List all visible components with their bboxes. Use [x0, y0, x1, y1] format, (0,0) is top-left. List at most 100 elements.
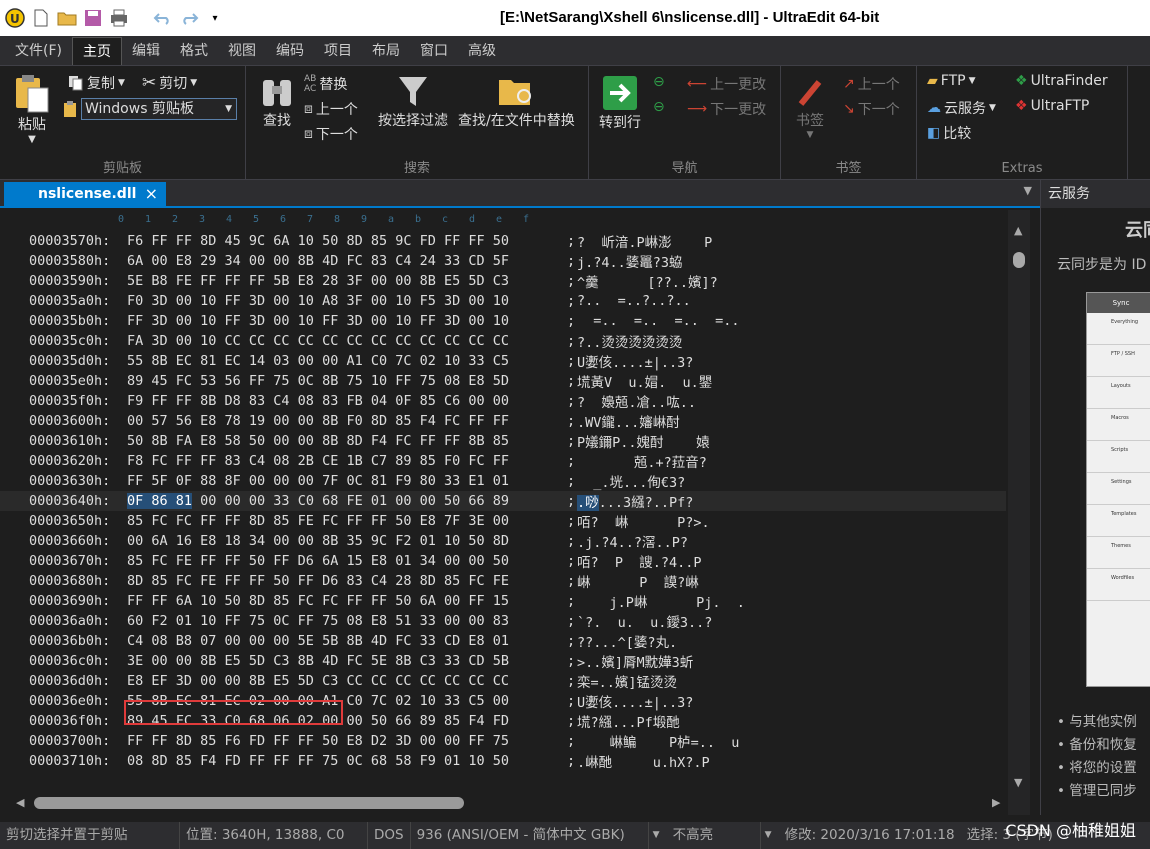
cut-button[interactable]: ✂ 剪切 ▼: [142, 73, 197, 93]
row-ascii[interactable]: ^羹 [??..嬪]?: [577, 271, 997, 291]
row-hex-bytes[interactable]: 0F 86 81 00 00 00 33 C0 68 FE 01 00 00 5…: [127, 493, 567, 509]
scroll-down-icon[interactable]: ▼: [1014, 776, 1022, 789]
hex-row[interactable]: 000035d0h: 55 8B EC 81 EC 14 03 00 00 A1 …: [0, 351, 1006, 371]
replace-button[interactable]: AB AC 替换: [304, 74, 347, 94]
hex-row[interactable]: 00003630h: FF 5F 0F 88 8F 00 00 00 7F 0C …: [0, 471, 1006, 491]
row-hex-bytes[interactable]: 89 45 FC 33 C0 68 06 02 00 00 50 66 89 8…: [127, 713, 567, 729]
customize-qat-icon[interactable]: ▾: [205, 8, 225, 28]
hex-row[interactable]: 00003610h: 50 8B FA E8 58 50 00 00 8B 8D …: [0, 431, 1006, 451]
row-ascii[interactable]: 咟? 崊 P?>.: [577, 511, 997, 531]
paste-button[interactable]: 粘贴 ▼: [12, 72, 52, 145]
hex-row[interactable]: 00003600h: 00 57 56 E8 78 19 00 00 8B F0 …: [0, 411, 1006, 431]
app-logo-icon[interactable]: U: [5, 8, 25, 28]
row-ascii[interactable]: U嬱侅....±|..3?: [577, 691, 997, 711]
row-ascii[interactable]: 塃?繦...Pf塅酏: [577, 711, 997, 731]
row-ascii[interactable]: ?.. =..?..?..: [577, 293, 997, 309]
row-hex-bytes[interactable]: 85 FC FC FF FF 8D 85 FE FC FF FF 50 E8 7…: [127, 513, 567, 529]
hex-row[interactable]: 000036c0h: 3E 00 00 8B E5 5D C3 8B 4D FC …: [0, 651, 1006, 671]
hex-row[interactable]: 00003640h: 0F 86 81 00 00 00 33 C0 68 FE …: [0, 491, 1006, 511]
row-ascii[interactable]: .唦...3繦?..Pf?: [577, 491, 997, 511]
print-icon[interactable]: [109, 8, 129, 28]
status-eol[interactable]: DOS: [368, 822, 411, 849]
row-hex-bytes[interactable]: 60 F2 01 10 FF 75 0C FF 75 08 E8 51 33 0…: [127, 613, 567, 629]
new-file-icon[interactable]: [31, 8, 51, 28]
hex-row[interactable]: 000035c0h: FA 3D 00 10 CC CC CC CC CC CC …: [0, 331, 1006, 351]
row-ascii[interactable]: .WV鑨...嬸崊酎: [577, 411, 997, 431]
row-ascii[interactable]: ? 岓湆.P崊澎 P: [577, 231, 997, 251]
tab-file[interactable]: 文件(F): [5, 37, 72, 65]
horizontal-scroll-thumb[interactable]: [34, 797, 464, 809]
compare-button[interactable]: ◧ 比较: [927, 123, 971, 143]
hex-row[interactable]: 00003580h: 6A 00 E8 29 34 00 00 8B 4D FC …: [0, 251, 1006, 271]
hex-row[interactable]: 00003670h: 85 FC FE FF FF 50 FF D6 6A 15 …: [0, 551, 1006, 571]
save-icon[interactable]: [83, 8, 103, 28]
row-ascii[interactable]: `?. u. u.鑀3..?: [577, 611, 997, 631]
row-ascii[interactable]: 塃黃V u.媢. u.鑍: [577, 371, 997, 391]
selected-ascii[interactable]: .唦: [577, 495, 599, 511]
status-modified[interactable]: ▼ 修改: 2020/3/16 17:01:18: [761, 822, 961, 849]
vertical-scroll-thumb[interactable]: [1013, 252, 1025, 268]
hex-row[interactable]: 000035e0h: 89 45 FC 53 56 FF 75 0C 8B 75 …: [0, 371, 1006, 391]
row-hex-bytes[interactable]: F6 FF FF 8D 45 9C 6A 10 50 8D 85 9C FD F…: [127, 233, 567, 249]
row-ascii[interactable]: .崊酏 u.hX?.P: [577, 751, 997, 771]
bookmark-button[interactable]: 书签 ▼: [793, 74, 827, 140]
row-ascii[interactable]: ? 嬝兡.凔..吰..: [577, 391, 997, 411]
row-hex-bytes[interactable]: 8D 85 FC FE FF FF 50 FF D6 83 C4 28 8D 8…: [127, 573, 567, 589]
row-hex-bytes[interactable]: C4 08 B8 07 00 00 00 5E 5B 8B 4D FC 33 C…: [127, 633, 567, 649]
copy-button[interactable]: 复制 ▼: [68, 73, 125, 93]
tab-window[interactable]: 窗口: [410, 37, 458, 65]
row-hex-bytes[interactable]: F8 FC FF FF 83 C4 08 2B CE 1B C7 89 85 F…: [127, 453, 567, 469]
status-highlight[interactable]: ▼ 不高亮: [649, 822, 761, 849]
hex-row[interactable]: 000036f0h: 89 45 FC 33 C0 68 06 02 00 00 …: [0, 711, 1006, 731]
hex-row[interactable]: 00003590h: 5E B8 FE FF FF FF 5B E8 28 3F …: [0, 271, 1006, 291]
filter-button[interactable]: 按选择过滤: [378, 74, 448, 130]
row-hex-bytes[interactable]: E8 EF 3D 00 00 8B E5 5D C3 CC CC CC CC C…: [127, 673, 567, 689]
scroll-right-icon[interactable]: ▶: [992, 796, 1000, 809]
vertical-scrollbar[interactable]: ▲ ▼: [1008, 210, 1030, 815]
status-codepage[interactable]: 936 (ANSI/OEM - 简体中文 GBK): [411, 822, 649, 849]
nav-forward-button[interactable]: ⊖: [653, 99, 665, 115]
file-tab[interactable]: nslicense.dll ×: [4, 182, 166, 206]
row-ascii[interactable]: ??...^[婱?丸.: [577, 631, 997, 651]
hex-row[interactable]: 00003620h: F8 FC FF FF 83 C4 08 2B CE 1B …: [0, 451, 1006, 471]
tab-format[interactable]: 格式: [170, 37, 218, 65]
row-ascii[interactable]: P嬟鑈P..媿酎 媴: [577, 431, 997, 451]
tab-advanced[interactable]: 高级: [458, 37, 506, 65]
row-hex-bytes[interactable]: 08 8D 85 F4 FD FF FF FF 75 0C 68 58 F9 0…: [127, 753, 567, 769]
row-hex-bytes[interactable]: FF 5F 0F 88 8F 00 00 00 7F 0C 81 F9 80 3…: [127, 473, 567, 489]
hex-row[interactable]: 00003570h: F6 FF FF 8D 45 9C 6A 10 50 8D …: [0, 231, 1006, 251]
row-hex-bytes[interactable]: 89 45 FC 53 56 FF 75 0C 8B 75 10 FF 75 0…: [127, 373, 567, 389]
find-next-button[interactable]: ⧈ 下一个: [304, 124, 358, 144]
ftp-button[interactable]: ▰ FTP ▼: [927, 73, 976, 89]
row-hex-bytes[interactable]: 55 8B EC 81 EC 02 00 00 A1 C0 7C 02 10 3…: [127, 693, 567, 709]
row-hex-bytes[interactable]: FA 3D 00 10 CC CC CC CC CC CC CC CC CC C…: [127, 333, 567, 349]
row-ascii[interactable]: 崊鳊 P栌=.. u: [577, 731, 997, 751]
ultraftp-button[interactable]: ❖ UltraFTP: [1015, 98, 1089, 114]
hex-row[interactable]: 00003660h: 00 6A 16 E8 18 34 00 00 8B 35 …: [0, 531, 1006, 551]
hex-row[interactable]: 00003650h: 85 FC FC FF FF 8D 85 FE FC FF …: [0, 511, 1006, 531]
hex-row[interactable]: 00003710h: 08 8D 85 F4 FD FF FF FF 75 0C …: [0, 751, 1006, 771]
find-prev-button[interactable]: ⧈ 上一个: [304, 99, 358, 119]
row-hex-bytes[interactable]: 50 8B FA E8 58 50 00 00 8B 8D F4 FC FF F…: [127, 433, 567, 449]
goto-line-button[interactable]: 转到行: [599, 74, 641, 132]
next-change-button[interactable]: ⟶ 下一更改: [687, 99, 766, 119]
row-ascii[interactable]: U嬱侅....±|..3?: [577, 351, 997, 371]
open-folder-icon[interactable]: [57, 8, 77, 28]
hex-row[interactable]: 000036d0h: E8 EF 3D 00 00 8B E5 5D C3 CC …: [0, 671, 1006, 691]
bookmark-prev-button[interactable]: ↗ 上一个: [843, 74, 900, 94]
hex-row[interactable]: 000035b0h: FF 3D 00 10 FF 3D 00 10 FF 3D …: [0, 311, 1006, 331]
hex-row[interactable]: 000036e0h: 55 8B EC 81 EC 02 00 00 A1 C0 …: [0, 691, 1006, 711]
selected-hex[interactable]: 0F 86 81: [127, 493, 193, 509]
row-ascii[interactable]: ?..烫烫烫烫烫烫: [577, 331, 997, 351]
tab-home[interactable]: 主页: [71, 37, 122, 65]
row-hex-bytes[interactable]: 6A 00 E8 29 34 00 00 8B 4D FC 83 C4 24 3…: [127, 253, 567, 269]
row-ascii[interactable]: =.. =.. =.. =..: [577, 313, 997, 329]
ultrafinder-button[interactable]: ❖ UltraFinder: [1015, 73, 1108, 89]
row-hex-bytes[interactable]: FF FF 6A 10 50 8D 85 FC FC FF FF 50 6A 0…: [127, 593, 567, 609]
row-hex-bytes[interactable]: 55 8B EC 81 EC 14 03 00 00 A1 C0 7C 02 1…: [127, 353, 567, 369]
horizontal-scrollbar[interactable]: ◀ ▶: [10, 793, 1005, 813]
undo-icon[interactable]: [153, 8, 173, 28]
tab-encoding[interactable]: 编码: [266, 37, 314, 65]
row-hex-bytes[interactable]: 85 FC FE FF FF 50 FF D6 6A 15 E8 01 34 0…: [127, 553, 567, 569]
hex-row[interactable]: 000035a0h: F0 3D 00 10 FF 3D 00 10 A8 3F …: [0, 291, 1006, 311]
